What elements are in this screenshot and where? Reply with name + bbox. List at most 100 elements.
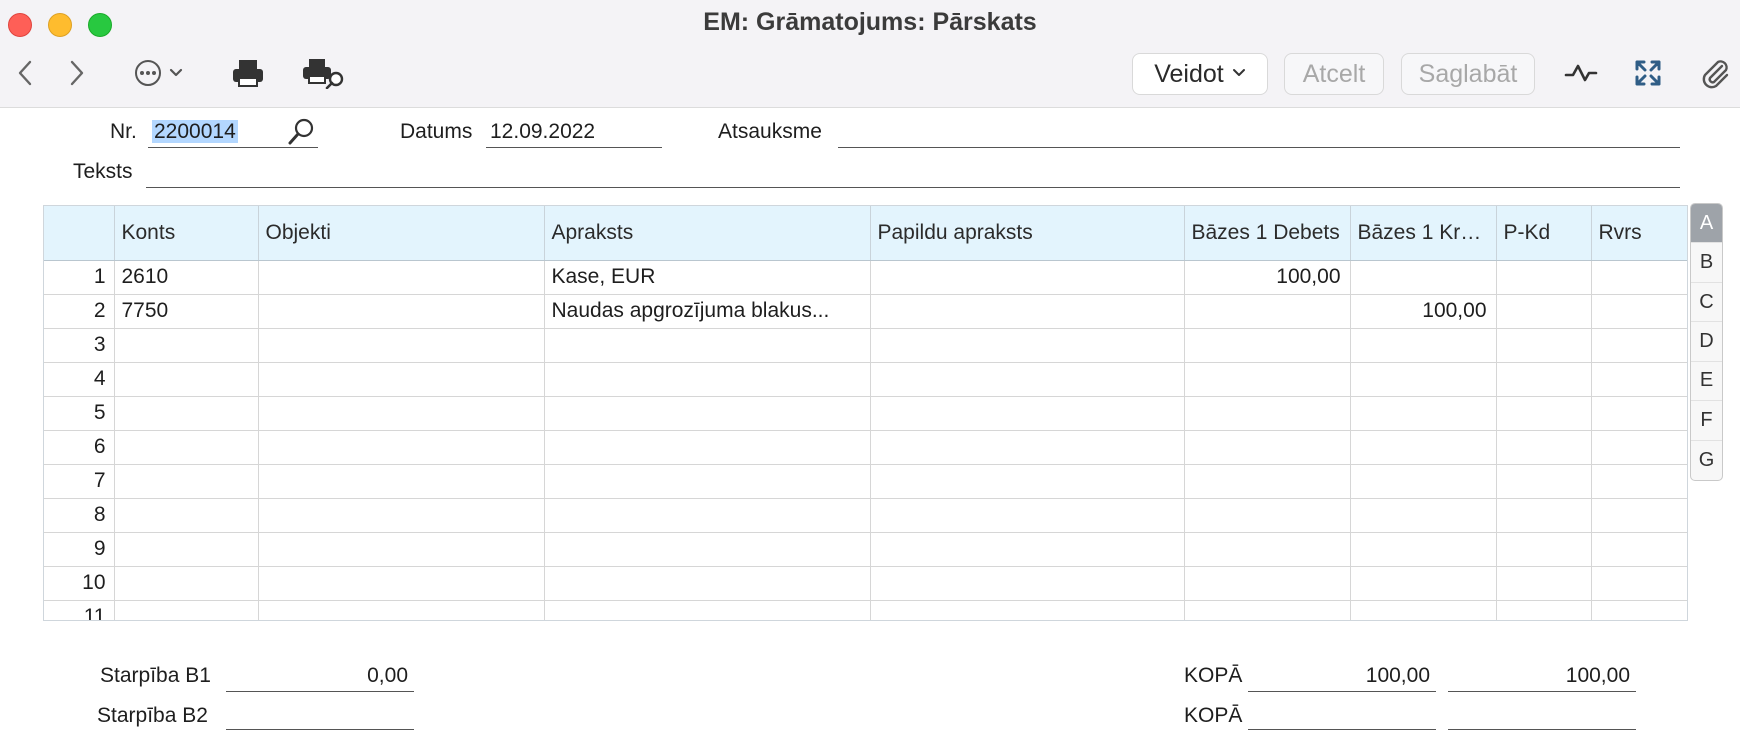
table-cell[interactable] — [258, 396, 545, 431]
forward-icon[interactable] — [64, 55, 90, 91]
print-preview-icon[interactable] — [298, 55, 348, 91]
table-cell[interactable]: Naudas apgrozījuma blakus... — [544, 294, 871, 329]
table-cell[interactable] — [114, 566, 259, 601]
table-cell[interactable] — [1496, 600, 1592, 620]
table-cell[interactable] — [544, 566, 871, 601]
table-cell[interactable] — [544, 362, 871, 397]
col-header-bazes-debets[interactable]: Bāzes 1 Debets — [1184, 206, 1351, 261]
table-cell[interactable] — [1350, 362, 1497, 397]
table-cell[interactable] — [258, 600, 545, 620]
col-header-bazes-kredits[interactable]: Bāzes 1 Kredīts — [1350, 206, 1497, 261]
table-row[interactable]: 2 7750 Naudas apgrozījuma blakus... 100,00 — [44, 294, 1687, 329]
table-cell[interactable] — [114, 362, 259, 397]
table-cell[interactable] — [1350, 532, 1497, 567]
kopa-credit-field[interactable]: 100,00 — [1448, 662, 1636, 692]
table-cell[interactable] — [1591, 498, 1687, 533]
table-cell[interactable] — [1184, 566, 1351, 601]
table-cell[interactable] — [870, 566, 1185, 601]
table-cell[interactable] — [1350, 396, 1497, 431]
table-cell[interactable] — [1591, 294, 1687, 329]
table-row[interactable]: 11 — [44, 600, 1687, 620]
saglabat-button[interactable]: Saglabāt — [1401, 53, 1535, 95]
table-cell[interactable] — [1184, 532, 1351, 567]
table-cell[interactable] — [114, 532, 259, 567]
table-cell[interactable] — [1496, 260, 1592, 295]
col-header-konts[interactable]: Konts — [114, 206, 259, 261]
more-actions-icon[interactable] — [128, 55, 192, 91]
table-cell[interactable] — [1184, 294, 1351, 329]
table-cell[interactable] — [544, 498, 871, 533]
table-cell[interactable] — [1350, 430, 1497, 465]
kopa-debit-field[interactable]: 100,00 — [1248, 662, 1436, 692]
table-cell[interactable] — [544, 464, 871, 499]
col-header-apraksts[interactable]: Apraksts — [544, 206, 871, 261]
table-cell[interactable] — [1496, 294, 1592, 329]
table-cell[interactable]: Kase, EUR — [544, 260, 871, 295]
col-header-p-kd[interactable]: P-Kd — [1496, 206, 1592, 261]
table-cell[interactable] — [258, 532, 545, 567]
section-tab-b[interactable]: B — [1691, 243, 1722, 283]
table-cell[interactable] — [1496, 396, 1592, 431]
table-cell[interactable] — [1591, 328, 1687, 363]
table-cell[interactable] — [1184, 600, 1351, 620]
table-cell[interactable] — [544, 328, 871, 363]
table-row[interactable]: 8 — [44, 498, 1687, 533]
datums-field[interactable]: 12.09.2022 — [486, 118, 662, 148]
table-cell[interactable] — [1591, 532, 1687, 567]
table-cell[interactable]: 2610 — [114, 260, 259, 295]
attachment-icon[interactable] — [1698, 55, 1732, 91]
table-cell[interactable] — [114, 498, 259, 533]
section-tab-d[interactable]: D — [1691, 322, 1722, 362]
table-cell[interactable] — [1184, 328, 1351, 363]
table-cell[interactable] — [114, 464, 259, 499]
table-cell[interactable] — [870, 328, 1185, 363]
table-cell[interactable]: 100,00 — [1184, 260, 1351, 295]
table-cell[interactable] — [870, 260, 1185, 295]
table-cell[interactable] — [870, 362, 1185, 397]
table-cell[interactable] — [1591, 600, 1687, 620]
table-cell[interactable] — [1350, 566, 1497, 601]
table-cell[interactable] — [1496, 566, 1592, 601]
table-cell[interactable]: 7750 — [114, 294, 259, 329]
table-cell[interactable] — [258, 328, 545, 363]
table-cell[interactable] — [1591, 396, 1687, 431]
table-cell[interactable] — [1496, 464, 1592, 499]
activity-icon[interactable] — [1563, 55, 1599, 91]
table-cell[interactable]: 100,00 — [1350, 294, 1497, 329]
table-cell[interactable] — [258, 294, 545, 329]
table-row[interactable]: 7 — [44, 464, 1687, 499]
atcelt-button[interactable]: Atcelt — [1284, 53, 1384, 95]
fullscreen-icon[interactable] — [1632, 55, 1664, 91]
table-cell[interactable] — [1184, 464, 1351, 499]
table-cell[interactable] — [258, 464, 545, 499]
kopa2-credit-field[interactable] — [1448, 700, 1636, 730]
starpiba-b1-field[interactable]: 0,00 — [226, 662, 414, 692]
table-cell[interactable] — [258, 430, 545, 465]
table-cell[interactable] — [1350, 600, 1497, 620]
col-header-objekti[interactable]: Objekti — [258, 206, 545, 261]
section-tab-e[interactable]: E — [1691, 362, 1722, 402]
table-cell[interactable] — [1496, 430, 1592, 465]
table-cell[interactable] — [870, 600, 1185, 620]
table-cell[interactable] — [258, 362, 545, 397]
col-header-rvrs[interactable]: Rvrs — [1591, 206, 1687, 261]
table-cell[interactable] — [258, 498, 545, 533]
table-cell[interactable] — [544, 532, 871, 567]
table-cell[interactable] — [1350, 498, 1497, 533]
table-cell[interactable] — [1496, 328, 1592, 363]
table-cell[interactable] — [1496, 532, 1592, 567]
table-cell[interactable] — [544, 600, 871, 620]
table-cell[interactable] — [114, 396, 259, 431]
table-cell[interactable] — [258, 260, 545, 295]
table-cell[interactable] — [1591, 430, 1687, 465]
section-tab-f[interactable]: F — [1691, 401, 1722, 441]
table-cell[interactable] — [114, 600, 259, 620]
table-cell[interactable] — [870, 532, 1185, 567]
table-cell[interactable] — [1591, 464, 1687, 499]
table-cell[interactable] — [870, 464, 1185, 499]
section-tab-c[interactable]: C — [1691, 283, 1722, 323]
kopa2-debit-field[interactable] — [1248, 700, 1436, 730]
table-cell[interactable] — [1184, 396, 1351, 431]
section-tab-g[interactable]: G — [1691, 441, 1722, 480]
table-cell[interactable] — [1350, 328, 1497, 363]
